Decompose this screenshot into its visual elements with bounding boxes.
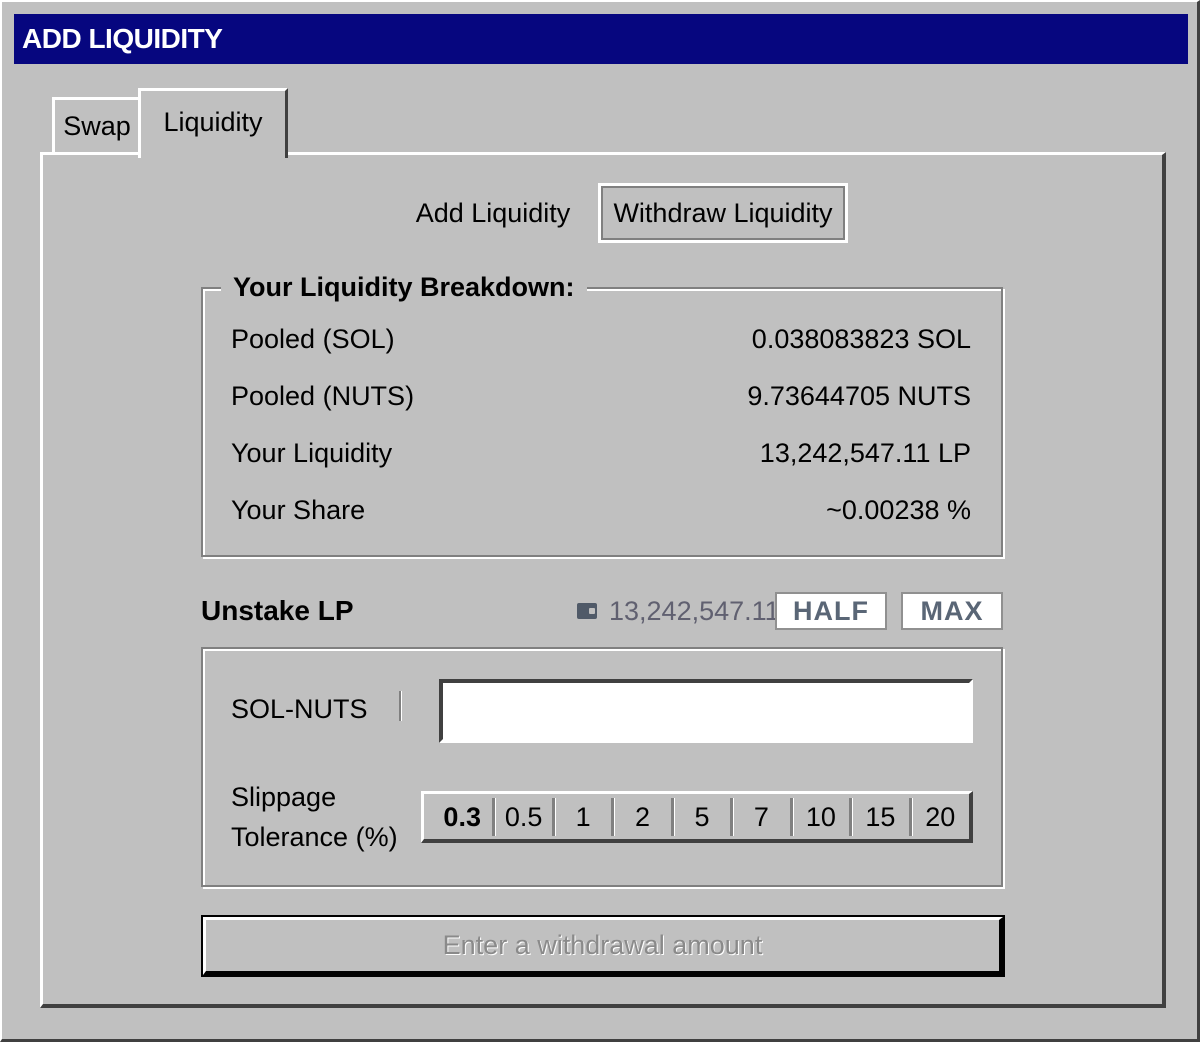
slippage-option-10[interactable]: 10 <box>793 797 853 836</box>
pair-label: SOL-NUTS <box>231 694 368 724</box>
withdraw-amount-input[interactable] <box>439 679 973 743</box>
slippage-label-line-2: Tolerance (%) <box>231 822 398 852</box>
lp-balance-value: 13,242,547.11 <box>609 596 780 626</box>
row-value: 0.038083823 SOL <box>751 324 971 354</box>
breakdown-row-your-liquidity: Your Liquidity 13,242,547.11 LP <box>231 433 971 473</box>
lp-balance: 13,242,547.11 <box>577 591 780 631</box>
row-label: Pooled (NUTS) <box>231 381 415 411</box>
tab-swap[interactable]: Swap <box>52 97 142 154</box>
row-label: Your Liquidity <box>231 438 393 468</box>
slippage-option-2[interactable]: 2 <box>614 797 674 836</box>
wallet-icon <box>577 602 597 619</box>
unstake-lp-title: Unstake LP <box>201 595 354 626</box>
slippage-option-0-3[interactable]: 0.3 <box>432 797 496 836</box>
row-value: ~0.00238 % <box>826 495 971 525</box>
row-label: Pooled (SOL) <box>231 324 395 354</box>
row-value: 9.73644705 NUTS <box>747 381 971 411</box>
slippage-option-20[interactable]: 20 <box>912 798 969 836</box>
slippage-option-0-5[interactable]: 0.5 <box>495 797 555 836</box>
slippage-option-15[interactable]: 15 <box>852 797 912 836</box>
liquidity-breakdown-group: Your Liquidity Breakdown: Pooled (SOL) 0… <box>201 269 1003 557</box>
breakdown-row-your-share: Your Share ~0.00238 % <box>231 490 971 530</box>
breakdown-row-pooled-sol: Pooled (SOL) 0.038083823 SOL <box>231 319 971 359</box>
slippage-selector: 0.3 0.5 1 2 5 7 10 15 20 <box>421 791 973 843</box>
add-liquidity-window: ADD LIQUIDITY Swap Liquidity Add Liquidi… <box>0 0 1200 1042</box>
row-value: 13,242,547.11 LP <box>759 438 971 468</box>
withdraw-liquidity-button[interactable]: Withdraw Liquidity <box>598 183 848 243</box>
slippage-label-line-1: Slippage <box>231 782 337 812</box>
unstake-input-group: SOL-NUTS Slippage Tolerance (%) 0.3 0.5 … <box>201 647 1003 887</box>
title-bar: ADD LIQUIDITY <box>14 14 1188 64</box>
withdraw-submit-button[interactable]: Enter a withdrawal amount <box>201 915 1005 977</box>
half-button[interactable]: HALF <box>775 592 887 630</box>
row-label: Your Share <box>231 495 366 525</box>
pair-separator <box>399 691 402 721</box>
add-liquidity-button[interactable]: Add Liquidity <box>363 185 623 241</box>
slippage-option-7[interactable]: 7 <box>733 797 793 836</box>
slippage-label: Slippage Tolerance (%) <box>231 777 398 857</box>
slippage-option-1[interactable]: 1 <box>555 797 615 836</box>
liquidity-panel: Add Liquidity Withdraw Liquidity Your Li… <box>40 152 1166 1008</box>
max-button[interactable]: MAX <box>901 592 1003 630</box>
slippage-option-5[interactable]: 5 <box>674 797 734 836</box>
tab-liquidity[interactable]: Liquidity <box>138 88 288 158</box>
breakdown-title: Your Liquidity Breakdown: <box>221 269 587 305</box>
breakdown-row-pooled-nuts: Pooled (NUTS) 9.73644705 NUTS <box>231 376 971 416</box>
